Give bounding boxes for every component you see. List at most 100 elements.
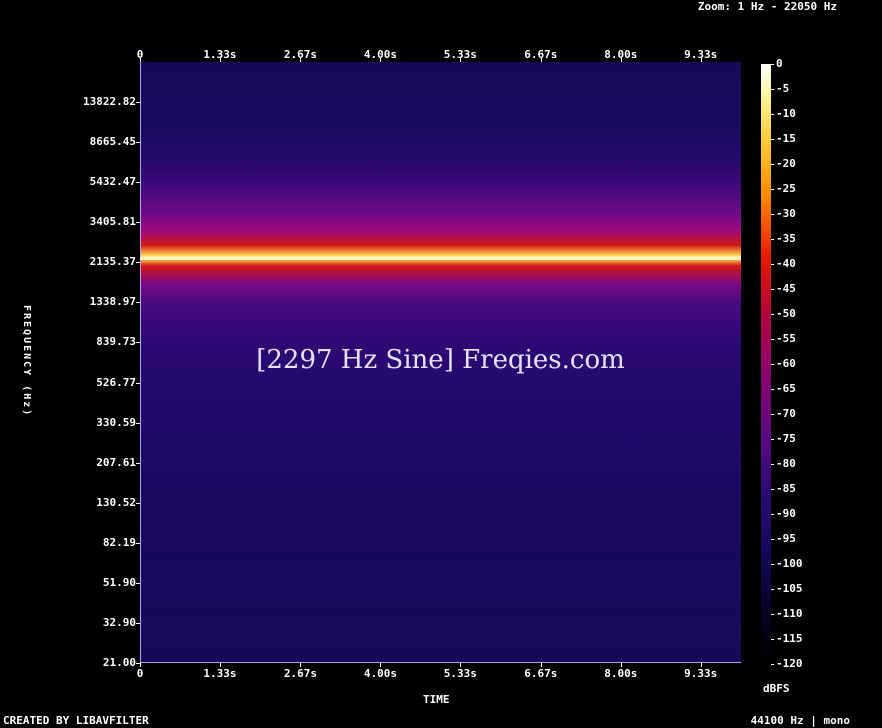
colorbar-tick-label: -65 <box>776 382 796 395</box>
colorbar-tick-label: -55 <box>776 332 796 345</box>
audio-info-text: 44100 Hz | mono <box>750 714 850 727</box>
y-tick-label: 13822.82 <box>83 95 136 108</box>
y-axis-label: FREQUENCY (Hz) <box>21 305 32 418</box>
colorbar-tick-label: -5 <box>776 82 790 95</box>
colorbar-tick-mark <box>771 239 774 240</box>
colorbar-tick-label: -75 <box>776 432 796 445</box>
x-tick-mark <box>219 58 221 62</box>
tone-line <box>140 257 741 260</box>
zoom-readout: Zoom: 1 Hz - 22050 Hz <box>697 0 837 13</box>
credit-text: CREATED BY LIBAVFILTER <box>3 714 149 727</box>
y-tick-label: 3405.81 <box>89 215 136 229</box>
x-tick-mark <box>700 663 702 667</box>
y-tick-mark <box>136 342 140 344</box>
y-tick-label: 1338.97 <box>89 295 136 309</box>
y-tick-label: 2135.37 <box>89 255 136 269</box>
y-tick-mark <box>136 382 140 384</box>
colorbar-tick-mark <box>771 314 774 315</box>
colorbar-tick-label: -45 <box>776 282 796 295</box>
colorbar-tick-mark <box>771 464 774 465</box>
y-tick-label: 330.59 <box>96 415 136 429</box>
y-tick-label: 526.77 <box>96 375 136 389</box>
colorbar-tick-label: -10 <box>776 107 796 120</box>
y-tick-label: 839.73 <box>96 335 136 349</box>
colorbar-tick-mark <box>771 164 774 165</box>
colorbar-tick-label: -50 <box>776 307 796 320</box>
colorbar-tick-mark <box>771 64 774 65</box>
y-tick-mark <box>136 262 140 264</box>
x-tick-mark <box>140 663 141 667</box>
colorbar-tick-label: -115 <box>776 632 803 645</box>
y-tick-mark <box>136 462 140 464</box>
y-tick-label: 207.61 <box>96 455 136 469</box>
colorbar-tick-mark <box>771 114 774 115</box>
colorbar-tick-label: -60 <box>776 357 796 370</box>
y-tick-mark <box>136 222 140 224</box>
x-tick-mark <box>219 663 221 667</box>
x-tick-mark <box>540 663 542 667</box>
y-tick-mark <box>136 102 140 103</box>
x-tick-label-bottom: 6.67s <box>524 667 558 680</box>
colorbar-tick-label: -95 <box>776 532 796 545</box>
y-tick-mark <box>136 663 140 664</box>
x-tick-mark <box>540 58 542 62</box>
y-tick-mark <box>136 302 140 304</box>
x-tick-mark <box>460 58 462 62</box>
colorbar-tick-mark <box>771 664 774 665</box>
x-tick-mark <box>460 663 462 667</box>
x-tick-mark <box>300 58 302 62</box>
colorbar-tick-mark <box>771 639 774 640</box>
colorbar-tick-mark <box>771 89 774 90</box>
x-tick-mark <box>700 58 702 62</box>
y-tick-mark <box>136 502 140 504</box>
x-tick-label-bottom: 9.33s <box>684 667 718 680</box>
y-tick-label: 82.19 <box>102 535 136 549</box>
colorbar-tick-mark <box>771 139 774 140</box>
y-tick-label: 21.00 <box>102 656 136 669</box>
colorbar-tick-mark <box>771 264 774 265</box>
y-tick-label: 130.52 <box>96 495 136 509</box>
colorbar-tick-label: -30 <box>776 207 796 220</box>
colorbar-tick-label: -90 <box>776 507 796 520</box>
x-tick-mark <box>620 58 622 62</box>
colorbar-tick-mark <box>771 414 774 415</box>
y-tick-mark <box>136 422 140 424</box>
y-tick-label: 8665.45 <box>89 135 136 149</box>
colorbar-tick-label: -35 <box>776 232 796 245</box>
colorbar-tick-label: -20 <box>776 157 796 170</box>
colorbar-tick-label: -100 <box>776 557 803 570</box>
colorbar-tick-mark <box>771 339 774 340</box>
watermark-text: [2297 Hz Sine] Freqies.com <box>256 345 625 375</box>
x-tick-mark <box>620 663 622 667</box>
x-tick-label-bottom: 5.33s <box>443 667 477 680</box>
colorbar-tick-label: -25 <box>776 182 796 195</box>
y-tick-mark <box>136 582 140 584</box>
colorbar-tick-mark <box>771 539 774 540</box>
colorbar-tick-label: -120 <box>776 657 803 670</box>
colorbar-label: dBFS <box>763 682 790 695</box>
y-tick-mark <box>136 182 140 184</box>
y-tick-mark <box>136 622 140 624</box>
colorbar-tick-label: -80 <box>776 457 796 470</box>
colorbar-tick-label: 0 <box>776 57 783 70</box>
x-tick-mark <box>300 663 302 667</box>
x-axis-label: TIME <box>423 693 450 706</box>
y-tick-mark <box>136 542 140 544</box>
colorbar-tick-label: -15 <box>776 132 796 145</box>
colorbar-tick-label: -85 <box>776 482 796 495</box>
x-tick-mark <box>140 58 141 62</box>
colorbar-tick-mark <box>771 614 774 615</box>
y-tick-label: 51.90 <box>102 575 136 589</box>
y-tick-label: 32.90 <box>102 615 136 629</box>
colorbar-tick-mark <box>771 489 774 490</box>
colorbar-tick-mark <box>771 564 774 565</box>
colorbar-tick-mark <box>771 214 774 215</box>
x-tick-label-bottom: 2.67s <box>283 667 318 680</box>
x-tick-label-bottom: 1.33s <box>203 667 237 680</box>
colorbar-tick-mark <box>771 189 774 190</box>
colorbar-tick-label: -110 <box>776 607 803 620</box>
colorbar-tick-mark <box>771 289 774 290</box>
colorbar-tick-mark <box>771 364 774 365</box>
colorbar-tick-label: -40 <box>776 257 796 270</box>
colorbar-tick-mark <box>771 514 774 515</box>
